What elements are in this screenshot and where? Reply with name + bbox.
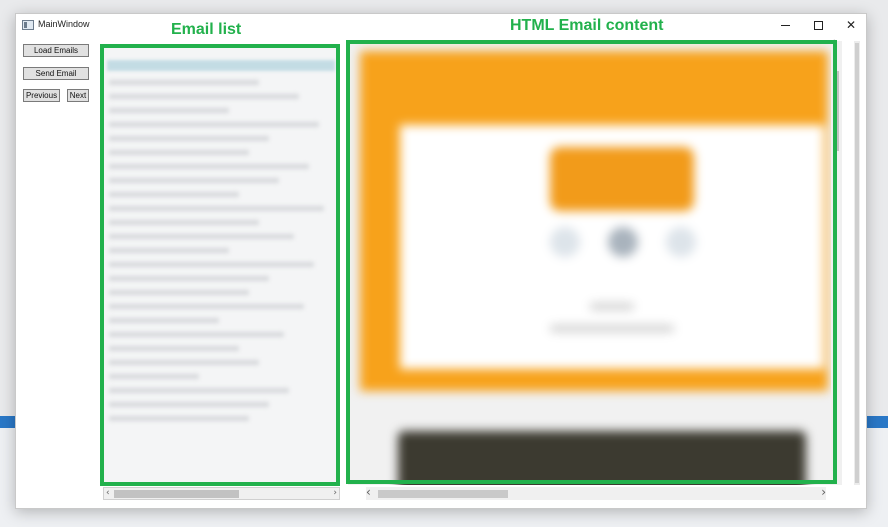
scrollbar-thumb[interactable] [378, 490, 508, 498]
email-list-annotation: Email list [171, 21, 242, 38]
close-icon: ✕ [845, 18, 857, 32]
window-vertical-scrollbar[interactable] [854, 41, 860, 485]
maximize-icon [813, 20, 823, 30]
email-list-highlight [100, 44, 340, 486]
minimize-button[interactable] [768, 14, 802, 36]
app-window-icon [22, 20, 34, 30]
scroll-left-icon[interactable]: ‹ [106, 488, 110, 499]
html-content-highlight [346, 40, 837, 484]
html-content-annotation: HTML Email content [510, 17, 664, 34]
maximize-button[interactable] [801, 14, 835, 36]
next-button[interactable]: Next [67, 89, 89, 102]
window-title: MainWindow [38, 19, 90, 29]
html-view-horizontal-scrollbar[interactable]: ‹ › [366, 486, 826, 500]
scroll-right-icon[interactable]: › [821, 486, 826, 498]
email-list-horizontal-scrollbar[interactable]: ‹ › [103, 487, 340, 500]
load-emails-button[interactable]: Load Emails [23, 44, 89, 57]
close-button[interactable]: ✕ [834, 14, 866, 36]
title-bar[interactable]: MainWindow ✕ [16, 14, 866, 36]
minimize-icon [780, 24, 790, 26]
scroll-right-icon[interactable]: › [333, 488, 337, 499]
scrollbar-thumb[interactable] [855, 43, 859, 483]
scroll-left-icon[interactable]: ‹ [366, 486, 371, 498]
scrollbar-thumb[interactable] [114, 490, 239, 498]
previous-button[interactable]: Previous [23, 89, 60, 102]
send-email-button[interactable]: Send Email [23, 67, 89, 80]
